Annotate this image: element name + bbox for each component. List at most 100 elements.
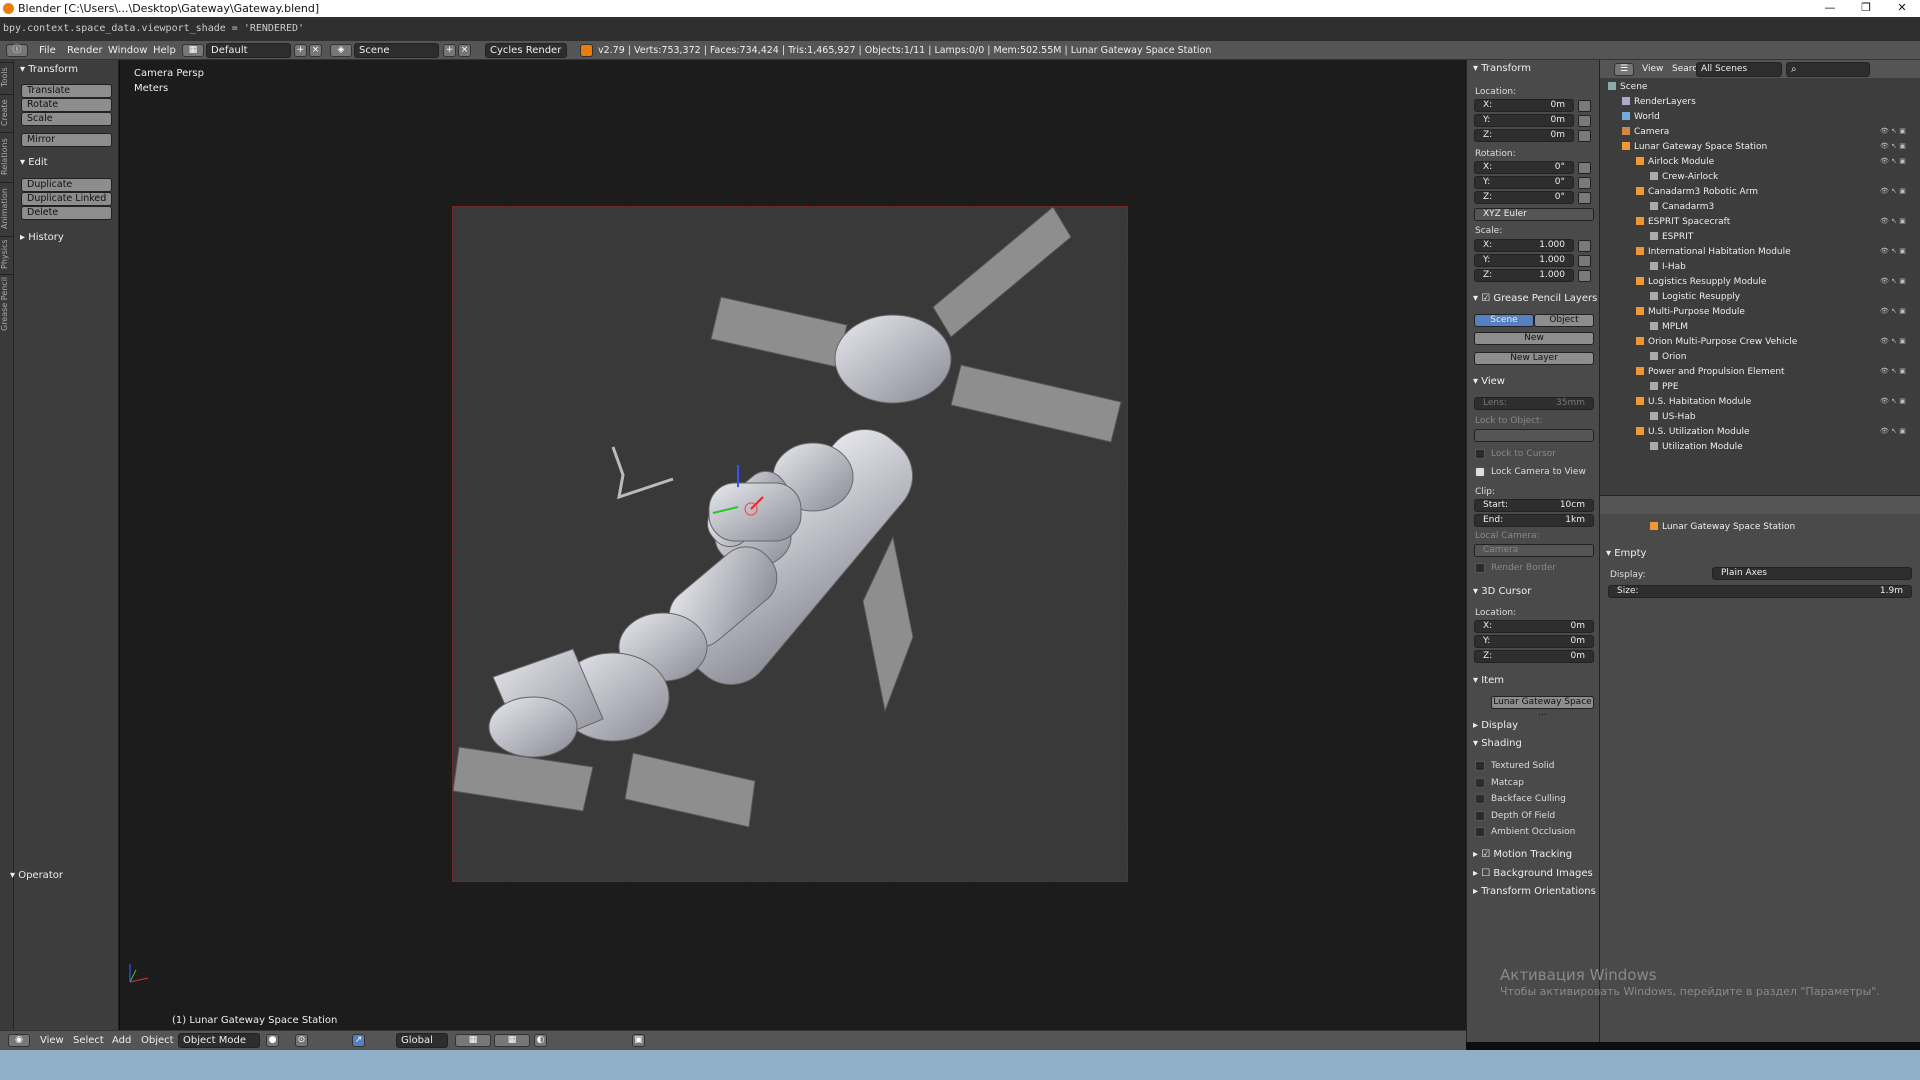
- textured-solid-checkbox[interactable]: [1475, 761, 1485, 771]
- visibility-toggles-icon[interactable]: 👁 ↖ ▣: [1880, 277, 1906, 285]
- scene-icon[interactable]: ◈: [330, 44, 352, 57]
- visibility-toggles-icon[interactable]: 👁 ↖ ▣: [1880, 367, 1906, 375]
- outliner-search-input[interactable]: ⌕: [1786, 62, 1870, 77]
- lens-field[interactable]: Lens: 35mm: [1474, 397, 1594, 410]
- outliner-view-menu[interactable]: View: [1642, 63, 1663, 76]
- menu-window[interactable]: Window: [108, 44, 147, 57]
- depth-of-field-checkbox[interactable]: [1475, 811, 1485, 821]
- visibility-toggles-icon[interactable]: 👁 ↖ ▣: [1880, 337, 1906, 345]
- motion-tracking-header[interactable]: ▸ ☑ Motion Tracking: [1473, 849, 1572, 860]
- outliner-row[interactable]: Canadarm3 Robotic Arm: [1636, 187, 1758, 197]
- shading-header[interactable]: ▾ Shading: [1473, 738, 1522, 749]
- display-header[interactable]: ▸ Display: [1473, 720, 1518, 731]
- outliner-row[interactable]: Crew-Airlock: [1650, 172, 1718, 182]
- outliner-row[interactable]: US-Hab: [1650, 412, 1696, 422]
- outliner-row[interactable]: Logistic Resupply: [1650, 292, 1740, 302]
- visibility-toggles-icon[interactable]: 👁 ↖ ▣: [1880, 157, 1906, 165]
- tab-physics[interactable]: Physics: [0, 236, 14, 272]
- remove-scene-icon[interactable]: ×: [458, 44, 471, 57]
- maximize-button[interactable]: ❐: [1848, 0, 1884, 17]
- empty-size-field[interactable]: Size: 1.9m: [1608, 585, 1912, 598]
- tab-tools[interactable]: Tools: [0, 62, 14, 92]
- viewport-shading-icon[interactable]: ●: [266, 1034, 279, 1047]
- tab-grease-pencil[interactable]: Grease Pencil: [0, 274, 14, 332]
- add-scene-icon[interactable]: +: [443, 44, 456, 57]
- outliner-row[interactable]: Logistics Resupply Module: [1636, 277, 1766, 287]
- remove-layout-icon[interactable]: ×: [309, 44, 322, 57]
- grease-new-button[interactable]: New: [1474, 332, 1594, 345]
- outliner-row[interactable]: Scene: [1608, 82, 1647, 92]
- scale-y-field[interactable]: Y: 1.000: [1474, 254, 1574, 267]
- layers-grid-2-icon[interactable]: ▦: [494, 1034, 530, 1047]
- item-header[interactable]: ▾ Item: [1473, 675, 1504, 686]
- ambient-occlusion-checkbox[interactable]: [1475, 827, 1485, 837]
- render-icon[interactable]: ▣: [632, 1034, 645, 1047]
- visibility-toggles-icon[interactable]: 👁 ↖ ▣: [1880, 127, 1906, 135]
- outliner-row[interactable]: PPE: [1650, 382, 1679, 392]
- close-button[interactable]: ✕: [1884, 0, 1920, 17]
- object-mode-select[interactable]: Object Mode: [178, 1033, 260, 1048]
- outliner-row[interactable]: World: [1622, 112, 1660, 122]
- pivot-point-icon[interactable]: ⊙: [295, 1034, 308, 1047]
- mirror-button[interactable]: Mirror: [21, 133, 112, 147]
- grease-pencil-header[interactable]: ▾ ☑ Grease Pencil Layers: [1473, 293, 1597, 304]
- transform-panel-title[interactable]: ▾ Transform: [20, 64, 78, 75]
- rotation-z-field[interactable]: Z: 0°: [1474, 191, 1574, 204]
- visibility-toggles-icon[interactable]: 👁 ↖ ▣: [1880, 397, 1906, 405]
- outliner-row[interactable]: Orion Multi-Purpose Crew Vehicle: [1636, 337, 1797, 347]
- bottom-menu-view[interactable]: View: [40, 1034, 64, 1047]
- transform-orientations-header[interactable]: ▸ Transform Orientations: [1473, 886, 1596, 897]
- location-z-field[interactable]: Z: 0m: [1474, 129, 1574, 142]
- view-header[interactable]: ▾ View: [1473, 376, 1505, 387]
- lock-location-y-icon[interactable]: [1578, 115, 1591, 127]
- outliner-row[interactable]: I-Hab: [1650, 262, 1686, 272]
- lock-to-cursor-checkbox[interactable]: [1475, 449, 1485, 459]
- outliner-row[interactable]: Orion: [1650, 352, 1687, 362]
- backface-culling-checkbox[interactable]: [1475, 794, 1485, 804]
- visibility-toggles-icon[interactable]: 👁 ↖ ▣: [1880, 247, 1906, 255]
- lock-location-z-icon[interactable]: [1578, 130, 1591, 142]
- outliner-row[interactable]: Utilization Module: [1650, 442, 1743, 452]
- outliner-filter-select[interactable]: All Scenes: [1696, 62, 1782, 77]
- cursor-y-field[interactable]: Y: 0m: [1474, 635, 1594, 648]
- lock-scale-x-icon[interactable]: [1578, 240, 1591, 252]
- visibility-toggles-icon[interactable]: 👁 ↖ ▣: [1880, 217, 1906, 225]
- tab-animation[interactable]: Animation: [0, 182, 14, 234]
- empty-panel-header[interactable]: ▾ Empty: [1606, 548, 1646, 559]
- rotation-x-field[interactable]: X: 0°: [1474, 161, 1574, 174]
- outliner-row[interactable]: Canadarm3: [1650, 202, 1714, 212]
- rotate-button[interactable]: Rotate: [21, 98, 112, 112]
- outliner-row[interactable]: ESPRIT: [1650, 232, 1693, 242]
- new-layer-button[interactable]: New Layer: [1474, 352, 1594, 365]
- outliner-row[interactable]: Lunar Gateway Space Station: [1622, 142, 1767, 152]
- 3d-cursor-header[interactable]: ▾ 3D Cursor: [1473, 586, 1531, 597]
- add-layout-icon[interactable]: +: [294, 44, 307, 57]
- lock-camera-checkbox[interactable]: [1475, 467, 1485, 477]
- scale-x-field[interactable]: X: 1.000: [1474, 239, 1574, 252]
- delete-button[interactable]: Delete: [21, 206, 112, 220]
- grease-scene-button[interactable]: Scene: [1474, 314, 1534, 327]
- cursor-x-field[interactable]: X: 0m: [1474, 620, 1594, 633]
- editor-type-icon[interactable]: ⓘ: [6, 44, 28, 57]
- render-engine-select[interactable]: Cycles Render: [485, 43, 567, 58]
- outliner-row[interactable]: U.S. Habitation Module: [1636, 397, 1751, 407]
- outliner-row[interactable]: Power and Propulsion Element: [1636, 367, 1785, 377]
- bottom-menu-object[interactable]: Object: [141, 1034, 174, 1047]
- lock-scale-z-icon[interactable]: [1578, 270, 1591, 282]
- manipulator-translate-icon[interactable]: ↗: [352, 1034, 365, 1047]
- background-images-header[interactable]: ▸ ☐ Background Images: [1473, 868, 1593, 879]
- outliner-row[interactable]: U.S. Utilization Module: [1636, 427, 1750, 437]
- visibility-toggles-icon[interactable]: 👁 ↖ ▣: [1880, 307, 1906, 315]
- lock-location-x-icon[interactable]: [1578, 100, 1591, 112]
- lock-object-field[interactable]: [1474, 429, 1594, 442]
- viewport-editor-icon[interactable]: ◉: [8, 1034, 30, 1047]
- snap-icon[interactable]: ◐: [534, 1034, 547, 1047]
- clip-end-field[interactable]: End: 1km: [1474, 514, 1594, 527]
- tab-create[interactable]: Create: [0, 94, 14, 130]
- transform-orientation-select[interactable]: Global: [396, 1033, 448, 1048]
- local-camera-field[interactable]: Camera: [1474, 544, 1594, 557]
- lock-rotation-y-icon[interactable]: [1578, 177, 1591, 189]
- visibility-toggles-icon[interactable]: 👁 ↖ ▣: [1880, 142, 1906, 150]
- item-name-field[interactable]: Lunar Gateway Space ...: [1491, 696, 1594, 718]
- outliner-row[interactable]: Camera: [1622, 127, 1669, 137]
